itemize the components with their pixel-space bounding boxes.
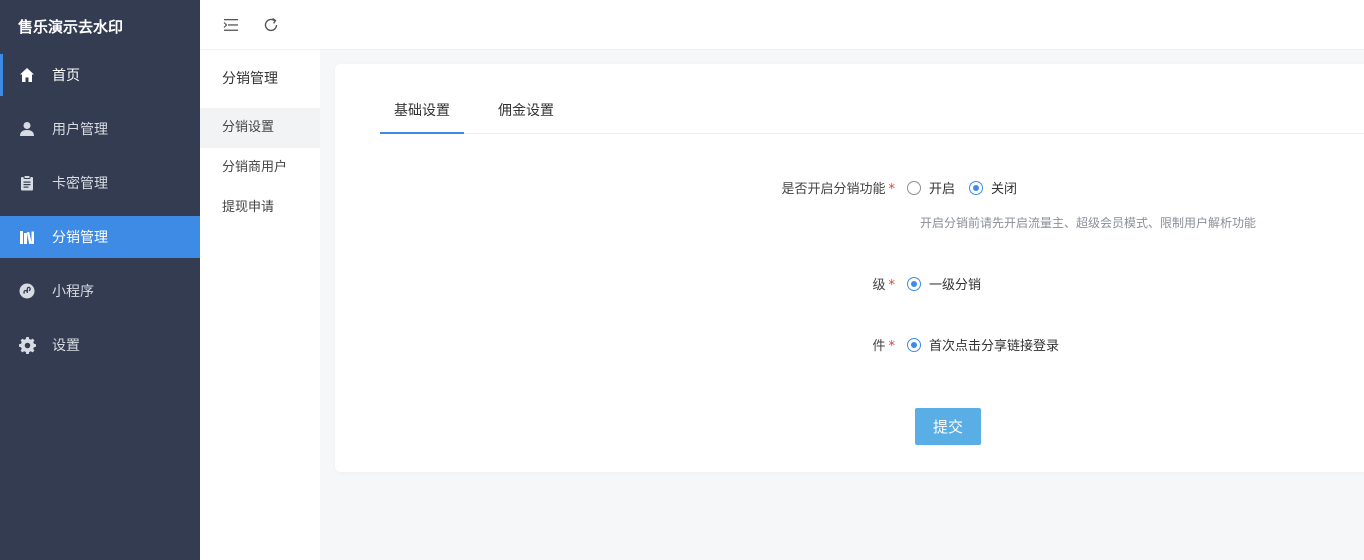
- form-label-text: 是否开启分销功能: [781, 182, 886, 197]
- required-mark: *: [888, 339, 896, 354]
- sidebar-item-label: 设置: [52, 338, 80, 354]
- tab-commission-settings[interactable]: 佣金设置: [484, 92, 568, 134]
- sidebar-item-label: 小程序: [52, 284, 94, 300]
- secondary-nav: 分销管理 分销设置 分销商用户 提现申请: [200, 50, 320, 560]
- form-label-text: 级: [872, 278, 886, 293]
- required-mark: *: [888, 182, 896, 197]
- radio-circle: [907, 180, 921, 195]
- form-row-level: 级 * 一级分销: [335, 274, 1364, 293]
- radio-circle: [907, 337, 921, 352]
- user-icon: [18, 120, 36, 138]
- app: 售乐演示去水印 首页 用户管理 卡密管理 分销管理 小程序 设置 分销管理 分销…: [0, 0, 1364, 560]
- radio-group-condition: 首次点击分享链接登录: [907, 335, 1073, 354]
- books-icon: [18, 228, 36, 246]
- mini-program-icon: [18, 282, 36, 300]
- sidebar-item-users[interactable]: 用户管理: [0, 108, 200, 150]
- secondary-nav-title: 分销管理: [222, 71, 278, 87]
- sidebar-item-label: 用户管理: [52, 122, 108, 138]
- sidebar-item-home[interactable]: 首页: [0, 54, 200, 96]
- sidebar-item-distribution[interactable]: 分销管理: [0, 216, 200, 258]
- radio-label: 首次点击分享链接登录: [929, 339, 1060, 354]
- radio-label: 一级分销: [929, 278, 982, 293]
- form-label-condition: 件 *: [335, 335, 907, 354]
- sidebar-item-label: 首页: [52, 68, 80, 84]
- menu-fold-icon[interactable]: [222, 16, 240, 34]
- radio-condition-first-click[interactable]: 首次点击分享链接登录: [907, 335, 1059, 354]
- sidebar-item-label: 分销管理: [52, 230, 108, 246]
- form-row-enable: 是否开启分销功能 * 开启 关闭: [335, 178, 1364, 197]
- secondary-nav-item-distributors[interactable]: 分销商用户: [200, 148, 320, 188]
- required-mark: *: [888, 278, 896, 293]
- tab-basic-settings[interactable]: 基础设置: [380, 92, 464, 134]
- radio-circle: [907, 276, 921, 291]
- settings-card: 基础设置 佣金设置 是否开启分销功能 * 开启 关闭 开启分销前请先开启流量主、超…: [335, 64, 1364, 472]
- sidebar-item-settings[interactable]: 设置: [0, 324, 200, 366]
- tab-bar: 基础设置 佣金设置: [380, 92, 1364, 134]
- refresh-icon[interactable]: [262, 16, 280, 34]
- form-hint-enable: 开启分销前请先开启流量主、超级会员模式、限制用户解析功能: [920, 216, 1257, 230]
- clipboard-icon: [18, 174, 36, 192]
- secondary-nav-item-withdrawals[interactable]: 提现申请: [200, 188, 320, 228]
- form-row-condition: 件 * 首次点击分享链接登录: [335, 335, 1364, 354]
- radio-level-one[interactable]: 一级分销: [907, 274, 981, 293]
- radio-label: 开启: [929, 182, 956, 197]
- sidebar-item-cards[interactable]: 卡密管理: [0, 162, 200, 204]
- submit-button[interactable]: 提交: [915, 408, 981, 445]
- sidebar: 售乐演示去水印 首页 用户管理 卡密管理 分销管理 小程序 设置: [0, 0, 200, 560]
- radio-enable-off[interactable]: 关闭: [969, 178, 1017, 197]
- gear-icon: [18, 336, 36, 354]
- home-icon: [18, 66, 36, 84]
- secondary-nav-item-settings[interactable]: 分销设置: [200, 108, 320, 148]
- form-label-level: 级 *: [335, 274, 907, 293]
- radio-enable-on[interactable]: 开启: [907, 178, 955, 197]
- radio-circle: [969, 180, 984, 195]
- form-label-text: 件: [872, 339, 886, 354]
- brand-title: 售乐演示去水印: [18, 18, 124, 36]
- sidebar-item-label: 卡密管理: [52, 176, 108, 192]
- radio-group-level: 一级分销: [907, 274, 995, 293]
- radio-group-enable: 开启 关闭: [907, 178, 1031, 197]
- top-toolbar: [200, 0, 1364, 50]
- form-label-enable: 是否开启分销功能 *: [335, 178, 907, 197]
- radio-label: 关闭: [991, 182, 1018, 197]
- sidebar-item-mini-program[interactable]: 小程序: [0, 270, 200, 312]
